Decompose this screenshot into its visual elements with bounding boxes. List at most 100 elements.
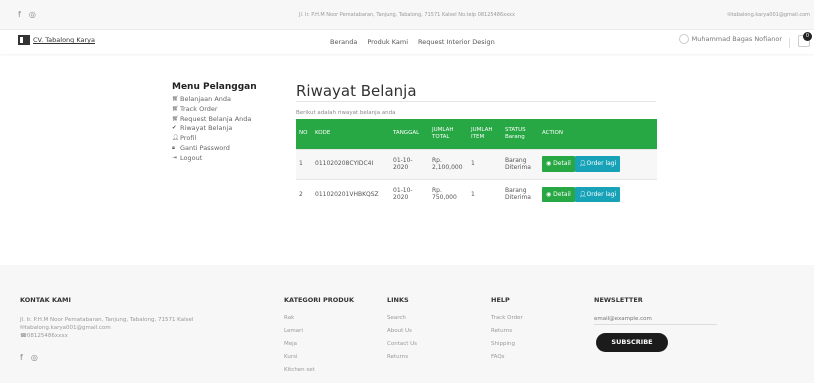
footer-social: f ◎ [20,353,193,362]
order-history-table: NO KODE TANGGAL JUMLAH TOTAL JUMLAH ITEM… [296,119,657,209]
user-icon: 👤︎ [172,135,179,142]
col-tanggal: TANGGAL [390,119,429,149]
cart-icon[interactable]: 0 [798,32,812,47]
instagram-icon[interactable]: ◎ [31,353,38,362]
cell-item: 1 [468,148,502,179]
cart-icon: 🛒︎ [172,105,179,112]
footer-link-search[interactable]: Search [387,312,417,325]
menu-item-track-order[interactable]: 🛒︎ Track Order [172,105,257,115]
footer-link-shipping[interactable]: Shipping [491,338,523,351]
footer-links: LINKS Search About Us Contact Us Returns [387,296,417,364]
footer-email: ✉tabalong.karya001@gmail.com [20,325,111,331]
col-jumlah-item: JUMLAH ITEM [468,119,502,149]
menu-item-profil[interactable]: 👤︎ Profil [172,134,257,144]
footer-link-lemari[interactable]: Lemari [284,325,354,338]
navbar-divider [789,38,790,48]
footer-link-returns-help[interactable]: Returns [491,325,523,338]
page-subtitle: Berikut adalah riwayat belanja anda [296,110,396,116]
topbar-address: Jl. Ir. P.H.M Noor Pematabaran, Tanjung,… [299,12,515,18]
top-bar: f ◎ Jl. Ir. P.H.M Noor Pematabaran, Tanj… [0,0,814,30]
col-no: NO [296,119,312,149]
cell-action: ◉ Detail 👤︎Order lagi [539,148,657,179]
customer-menu-title: Menu Pelanggan [172,82,257,92]
col-jumlah-total: JUMLAH TOTAL [429,119,468,149]
check-icon: ✔ [172,125,177,132]
footer-links-title: LINKS [387,296,409,304]
footer-kategori: KATEGORI PRODUK Rak Lemari Meja Kursi Ki… [284,296,354,377]
customer-menu: Menu Pelanggan 🛒︎ Belanjaan Anda 🛒︎ Track … [172,82,257,164]
cell-tanggal: 01-10-2020 [390,148,429,179]
cart-icon: 🛒︎ [172,96,179,102]
footer-newsletter-title: NEWSLETTER [594,296,643,304]
nav-request-interior[interactable]: Request Interior Design [418,38,495,46]
phone-icon: ☎ [20,333,27,339]
footer-link-contact[interactable]: Contact Us [387,338,417,351]
nav-produk-kami[interactable]: Produk Kami [367,38,408,46]
user-name: Muhammad Bagas Nofianor [691,35,782,43]
brand-name: CV. Tabalong Karya [33,36,95,44]
cell-total: Rp. 2,100,000 [429,148,468,179]
eye-icon: ◉ [546,190,552,198]
menu-item-logout[interactable]: ⇥ Logout [172,154,257,164]
cart-icon: 🛒︎ [172,115,179,122]
table-row: 2 011020201VHBKQSZ 01-10-2020 Rp. 750,00… [296,178,657,209]
order-history-section: Riwayat Belanja Berikut adalah riwayat b… [296,82,657,209]
footer-link-rak[interactable]: Rak [284,312,354,325]
footer-address: Jl. Ir. P.H.M Noor Pematabaran, Tanjung,… [20,317,194,323]
cell-kode: 011020201VHBKQSZ [312,178,390,209]
footer-link-faqs[interactable]: FAQs [491,351,523,364]
newsletter-email-input[interactable] [594,314,717,325]
footer-newsletter: NEWSLETTER SUBSCRIBE [594,296,717,352]
cell-total: Rp. 750,000 [429,178,468,209]
detail-button[interactable]: ◉ Detail [542,186,575,202]
logo-icon [18,35,30,45]
cell-no: 2 [296,178,312,209]
lock-icon: 🔒︎ [172,144,175,151]
topbar-email: ✉tabalong.karya001@gmail.com [727,12,811,18]
brand-logo[interactable]: CV. Tabalong Karya [18,35,95,45]
footer-kategori-title: KATEGORI PRODUK [284,296,354,304]
main-menu: Beranda Produk Kami Request Interior Des… [330,38,495,46]
footer-link-meja[interactable]: Meja [284,338,354,351]
cell-kode: 011020208CYIDC4I [312,148,390,179]
user-menu[interactable]: Muhammad Bagas Nofianor [678,34,782,44]
footer-link-kursi[interactable]: Kursi [284,351,354,364]
cell-action: ◉ Detail 👤︎Order lagi [539,178,657,209]
subscribe-button[interactable]: SUBSCRIBE [596,333,668,352]
navbar: CV. Tabalong Karya Beranda Produk Kami R… [0,30,814,54]
facebook-icon[interactable]: f [20,353,23,362]
eye-icon: ◉ [546,160,552,168]
title-divider [296,101,656,102]
footer-link-track-order[interactable]: Track Order [491,312,523,325]
footer-help: HELP Track Order Returns Shipping FAQs [491,296,523,364]
order-again-button[interactable]: 👤︎Order lagi [574,186,621,202]
col-action: ACTION [539,119,657,149]
page-title: Riwayat Belanja [296,82,417,100]
footer-link-returns[interactable]: Returns [387,351,417,364]
cell-item: 1 [468,178,502,209]
avatar-icon [678,34,689,44]
footer-kontak-title: KONTAK KAMI [20,296,71,304]
table-header-row: NO KODE TANGGAL JUMLAH TOTAL JUMLAH ITEM… [296,119,657,149]
menu-item-belanjaan[interactable]: 🛒︎ Belanjaan Anda [172,95,257,105]
col-status: STATUS Barang [502,119,539,149]
footer-link-about[interactable]: About Us [387,325,417,338]
cell-status: Barang Diterima [502,148,539,179]
menu-item-riwayat[interactable]: ✔ Riwayat Belanja [172,124,257,134]
cell-status: Barang Diterima [502,178,539,209]
footer-help-title: HELP [491,296,510,304]
cell-no: 1 [296,148,312,179]
cell-tanggal: 01-10-2020 [390,178,429,209]
footer-kontak: KONTAK KAMI Jl. Ir. P.H.M Noor Pematabar… [20,296,193,362]
footer: KONTAK KAMI Jl. Ir. P.H.M Noor Pematabar… [0,265,814,383]
col-kode: KODE [312,119,390,149]
footer-link-kitchen-set[interactable]: Kitchen set [284,364,354,377]
logout-icon: ⇥ [172,154,177,161]
nav-beranda[interactable]: Beranda [330,38,357,46]
menu-item-ganti-password[interactable]: 🔒︎ Ganti Password [172,144,257,154]
order-again-button[interactable]: 👤︎Order lagi [574,156,621,172]
footer-phone: ☎08125486xxxx [20,333,68,339]
detail-button[interactable]: ◉ Detail [542,156,575,172]
menu-item-request-belanja[interactable]: 🛒︎ Request Belanja Anda [172,115,257,125]
cart-badge: 0 [803,32,812,41]
